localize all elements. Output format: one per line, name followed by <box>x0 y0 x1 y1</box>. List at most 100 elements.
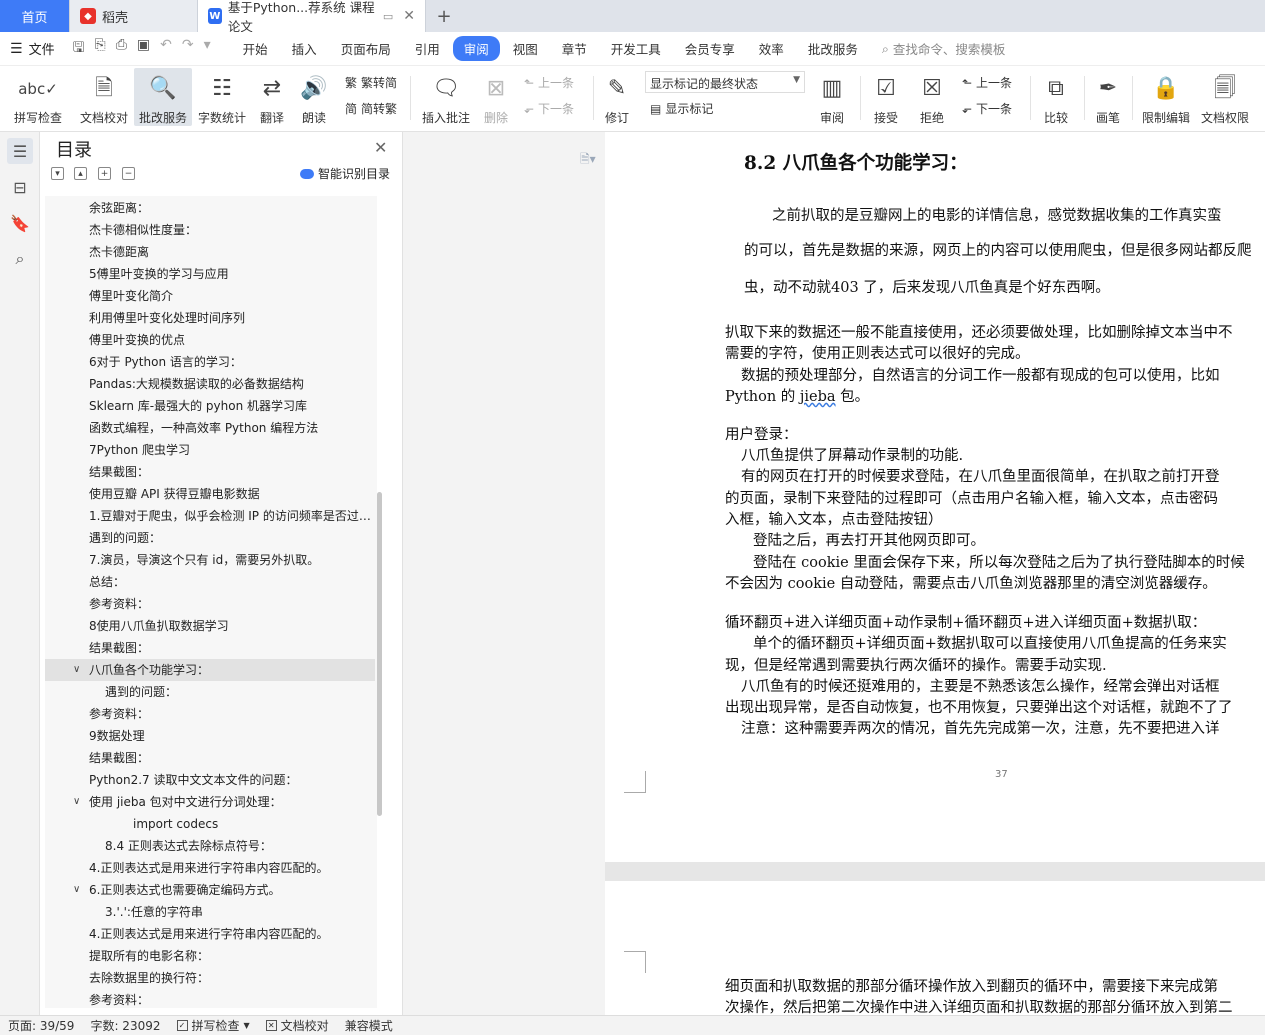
menu-tab-start[interactable]: 开始 <box>232 36 279 61</box>
undo-icon[interactable]: ↶ <box>160 37 172 61</box>
toc-scrollbar[interactable] <box>377 492 382 816</box>
toc-item[interactable]: 1.豆瓣对于爬虫，似乎会检测 IP 的访问频率是否过于频繁 <box>45 505 375 527</box>
print-preview-icon[interactable]: ▣ <box>137 37 150 61</box>
menu-tab-layout[interactable]: 页面布局 <box>330 36 402 61</box>
next-change-button[interactable]: ⬐ 下一条 <box>962 100 1012 117</box>
toc-item[interactable]: 遇到的问题： <box>45 527 375 549</box>
toc-item[interactable]: 5傅里叶变换的学习与应用 <box>45 263 375 285</box>
chapter-panel-icon[interactable]: ⊟ <box>7 174 33 200</box>
prev-comment-button[interactable]: ⬑ 上一条 <box>524 74 574 91</box>
menu-tab-correction[interactable]: 批改服务 <box>797 36 869 61</box>
command-search[interactable]: ⌕ 查找命令、搜索模板 <box>882 39 1006 58</box>
toc-item[interactable]: 函数式编程，一种高效率 Python 编程方法 <box>45 417 375 439</box>
page-layout-icon[interactable]: 🗎▾ <box>580 150 596 171</box>
simp-to-trad-button[interactable]: 简 简转繁 <box>345 100 397 117</box>
delete-comment-button[interactable]: ⊠ 删除 <box>476 68 516 126</box>
toc-item[interactable]: 8使用八爪鱼扒取数据学习 <box>45 615 375 637</box>
expand-chevron-icon[interactable]: ∨ <box>73 796 80 807</box>
toc-item[interactable]: Sklearn 库-最强大的 pyhon 机器学习库 <box>45 395 375 417</box>
toc-item[interactable]: 7Python 爬虫学习 <box>45 439 375 461</box>
tab-document[interactable]: W 基于Python...荐系统 课程论文 ▭ ✕ <box>198 0 426 34</box>
compare-button[interactable]: ⧉ 比较 <box>1036 68 1076 126</box>
review-pane-button[interactable]: ▥ 审阅 <box>814 68 850 126</box>
menu-tab-member[interactable]: 会员专享 <box>674 36 746 61</box>
expand-chevron-icon[interactable]: ∨ <box>73 664 80 675</box>
toc-panel-icon[interactable]: ☰ <box>7 138 33 164</box>
document-permission-button[interactable]: 🗐 文档权限 <box>1198 68 1252 126</box>
remove-heading-icon[interactable]: − <box>122 167 135 180</box>
menu-tab-review[interactable]: 审阅 <box>452 36 500 61</box>
status-proofread[interactable]: ✕ 文档校对 <box>258 1017 337 1034</box>
save-icon[interactable]: 🖫 <box>73 37 85 61</box>
pen-button[interactable]: ✒ 画笔 <box>1090 68 1126 126</box>
toc-item[interactable]: 遇到的问题： <box>45 681 375 703</box>
toc-item[interactable]: 傅里叶变换的优点 <box>45 329 375 351</box>
smart-toc-button[interactable]: 智能识别目录 <box>300 165 390 182</box>
restrict-editing-button[interactable]: 🔒 限制编辑 <box>1138 68 1194 126</box>
toc-item[interactable]: 结果截图： <box>45 461 375 483</box>
toc-item[interactable]: 提取所有的电影名称： <box>45 945 375 967</box>
toc-item[interactable]: Python2.7 读取中文文本文件的问题： <box>45 769 375 791</box>
toc-item[interactable]: 6.正则表达式也需要确定编码方式。 <box>45 879 375 901</box>
toc-item[interactable]: 参考资料： <box>45 703 375 725</box>
menu-tab-efficiency[interactable]: 效率 <box>748 36 795 61</box>
toc-item[interactable]: 结果截图： <box>45 637 375 659</box>
toc-item[interactable]: 杰卡德相似性度量： <box>45 219 375 241</box>
redo-icon[interactable]: ↷ <box>182 37 194 61</box>
print-icon[interactable]: ⎙ <box>116 37 127 61</box>
page-indicator[interactable]: 页面: 39/59 <box>0 1017 82 1034</box>
word-count-button[interactable]: ☷ 字数统计 <box>196 68 248 126</box>
toc-item[interactable]: 傅里叶变化简介 <box>45 285 375 307</box>
toc-item[interactable]: 4.正则表达式是用来进行字符串内容匹配的。 <box>45 857 375 879</box>
toc-item[interactable]: Pandas:大规模数据读取的必备数据结构 <box>45 373 375 395</box>
correction-service-button[interactable]: 🔍 批改服务 <box>134 68 192 126</box>
toc-item[interactable]: import codecs <box>45 813 375 835</box>
read-aloud-button[interactable]: 🔊 朗读 <box>296 68 332 126</box>
trad-to-simp-button[interactable]: 繁 繁转简 <box>345 74 397 91</box>
add-heading-icon[interactable]: + <box>98 167 111 180</box>
word-count-indicator[interactable]: 字数: 23092 <box>82 1017 168 1034</box>
toc-item[interactable]: 杰卡德距离 <box>45 241 375 263</box>
export-pdf-icon[interactable]: ⎘ <box>95 37 106 61</box>
menu-tab-chapter[interactable]: 章节 <box>551 36 598 61</box>
translate-button[interactable]: ⇄ 翻译 <box>252 68 292 126</box>
expand-chevron-icon[interactable]: ∨ <box>73 884 80 895</box>
tab-daoke[interactable]: ◆ 稻壳 <box>70 0 198 32</box>
close-icon[interactable]: ✕ <box>403 8 415 24</box>
proofread-button[interactable]: 🗎 文档校对 <box>76 68 132 126</box>
prev-change-button[interactable]: ⬑ 上一条 <box>962 74 1012 91</box>
menu-tab-insert[interactable]: 插入 <box>281 36 328 61</box>
toc-item[interactable]: 总结： <box>45 571 375 593</box>
tab-home[interactable]: 首页 <box>0 0 70 32</box>
next-comment-button[interactable]: ⬐ 下一条 <box>524 100 574 117</box>
bookmark-icon[interactable]: 🔖 <box>7 210 33 236</box>
toc-item[interactable]: 参考资料： <box>45 593 375 615</box>
toc-item[interactable]: 使用 jieba 包对中文进行分词处理： <box>45 791 375 813</box>
toc-item[interactable]: 3.'.':任意的字符串 <box>45 901 375 923</box>
toc-item[interactable]: 4.正则表达式是用来进行字符串内容匹配的。 <box>45 923 375 945</box>
file-menu[interactable]: ☰ 文件 <box>0 39 65 59</box>
toc-item[interactable]: 去除数据里的换行符： <box>45 967 375 989</box>
expand-up-icon[interactable]: ▴ <box>74 167 87 180</box>
menu-tab-devtools[interactable]: 开发工具 <box>600 36 672 61</box>
toc-item[interactable]: 八爪鱼各个功能学习： <box>45 659 375 681</box>
insert-comment-button[interactable]: 🗨 插入批注 <box>418 68 474 126</box>
toc-item[interactable]: 余弦距离： <box>45 197 375 219</box>
find-icon[interactable]: ⌕ <box>7 246 33 272</box>
more-icon[interactable]: ▾ <box>204 37 211 61</box>
show-markup-button[interactable]: ▤ 显示标记 <box>650 100 713 117</box>
close-icon[interactable]: ✕ <box>374 138 387 157</box>
status-spell-check[interactable]: ✓ 拼写检查 ▼ <box>169 1017 258 1034</box>
collapse-all-icon[interactable]: ▾ <box>51 167 64 180</box>
toc-item[interactable]: 6对于 Python 语言的学习： <box>45 351 375 373</box>
menu-tab-view[interactable]: 视图 <box>502 36 549 61</box>
toc-item[interactable]: 结果截图： <box>45 747 375 769</box>
toc-item[interactable]: 参考资料： <box>45 989 375 1008</box>
spell-check-button[interactable]: abc✓ 拼写检查 <box>8 68 68 126</box>
toc-item[interactable]: 9数据处理 <box>45 725 375 747</box>
toc-item[interactable]: 使用豆瓣 API 获得豆瓣电影数据 <box>45 483 375 505</box>
new-tab-button[interactable]: + <box>426 0 462 32</box>
toc-item[interactable]: 利用傅里叶变化处理时间序列 <box>45 307 375 329</box>
markup-state-select[interactable]: 显示标记的最终状态 ▼ <box>645 71 805 93</box>
toc-item[interactable]: 8.4 正则表达式去除标点符号： <box>45 835 375 857</box>
